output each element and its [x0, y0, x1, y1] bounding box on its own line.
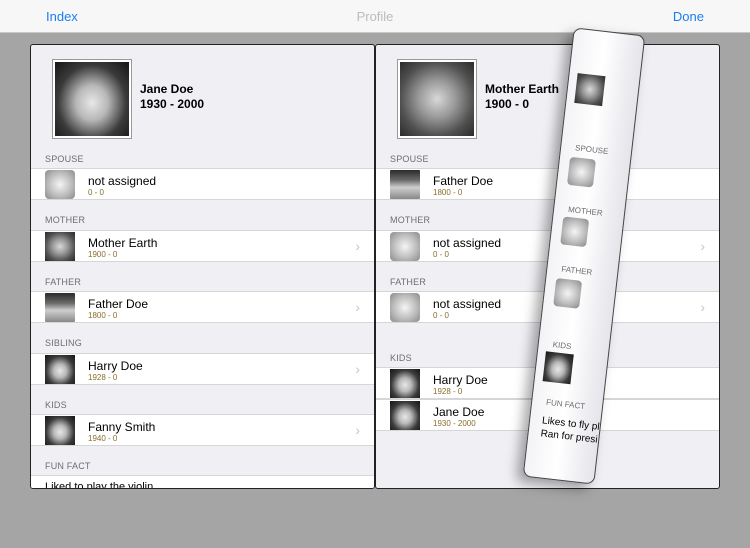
profile-portrait — [397, 59, 477, 139]
father-name: Father Doe — [88, 297, 149, 311]
profile-header: Mother Earth 1900 - 0 — [376, 45, 719, 148]
avatar — [390, 401, 420, 430]
profile-name: Mother Earth — [485, 82, 560, 96]
curl-label-spouse: SPOUSE — [574, 143, 609, 157]
avatar — [45, 355, 75, 384]
curl-label-mother: MOTHER — [567, 204, 604, 218]
sibling-name: Harry Doe — [88, 359, 143, 373]
chevron-right-icon: › — [355, 361, 360, 377]
placeholder-avatar-icon — [560, 216, 590, 248]
mother-years: 0 - 0 — [433, 250, 450, 259]
profile-name: Jane Doe — [140, 82, 194, 96]
mother-name: Mother Earth — [88, 236, 158, 250]
navigation-bar: Index Profile Done — [0, 0, 750, 33]
curl-label-kids: KIDS — [552, 340, 572, 352]
avatar — [390, 369, 420, 398]
chevron-right-icon: › — [700, 299, 705, 315]
mother-years: 1900 - 0 — [88, 250, 118, 259]
father-years: 0 - 0 — [433, 311, 450, 320]
section-label-spouse: SPOUSE — [390, 154, 429, 164]
profile-panel-jane: Jane Doe 1930 - 2000 SPOUSE not assigned… — [30, 44, 375, 489]
mother-row[interactable]: Mother Earth 1900 - 0 › — [31, 230, 374, 262]
fun-fact-text: Liked to play the violin — [45, 481, 154, 489]
avatar — [45, 293, 75, 322]
spouse-name: not assigned — [88, 174, 157, 188]
profile-header: Jane Doe 1930 - 2000 — [31, 45, 374, 148]
avatar — [45, 416, 75, 445]
profile-years: 1900 - 0 — [485, 97, 530, 111]
page-title: Profile — [356, 9, 394, 24]
sibling-years: 1928 - 0 — [88, 373, 118, 382]
father-years: 1800 - 0 — [88, 311, 118, 320]
placeholder-avatar-icon — [553, 278, 583, 309]
chevron-right-icon: › — [355, 299, 360, 315]
section-label-kids: KIDS — [45, 400, 67, 410]
avatar — [45, 232, 75, 261]
mother-name: not assigned — [433, 236, 502, 250]
section-label-mother: MOTHER — [390, 215, 431, 225]
fun-fact-row: Liked to play the violin — [31, 475, 374, 489]
spouse-years: 0 - 0 — [88, 188, 105, 197]
placeholder-avatar-icon — [390, 232, 420, 261]
chevron-right-icon: › — [355, 238, 360, 254]
section-label-mother: MOTHER — [45, 215, 86, 225]
section-label-fun-fact: FUN FACT — [45, 461, 91, 471]
section-label-father: FATHER — [45, 277, 82, 287]
section-label-spouse: SPOUSE — [45, 154, 84, 164]
section-label-kids: KIDS — [390, 353, 412, 363]
father-name: not assigned — [433, 297, 502, 311]
placeholder-avatar-icon — [45, 170, 75, 199]
sibling-row[interactable]: Harry Doe 1928 - 0 › — [31, 353, 374, 385]
curl-portrait — [574, 73, 606, 107]
kid-name: Jane Doe — [433, 405, 485, 419]
curl-label-fun-fact: FUN FACT — [545, 397, 586, 412]
done-button[interactable]: Done — [673, 9, 704, 24]
avatar — [390, 170, 420, 199]
profile-years: 1930 - 2000 — [140, 97, 205, 111]
profile-portrait — [52, 59, 132, 139]
placeholder-avatar-icon — [566, 156, 596, 188]
kid-years: 1928 - 0 — [433, 387, 463, 396]
section-label-father: FATHER — [390, 277, 427, 287]
kid-years: 1930 - 2000 — [433, 419, 476, 428]
chevron-right-icon: › — [700, 238, 705, 254]
spouse-row[interactable]: Father Doe 1800 - 0 — [376, 168, 719, 200]
kid-name: Fanny Smith — [88, 420, 156, 434]
spouse-name: Father Doe — [433, 174, 494, 188]
father-row[interactable]: Father Doe 1800 - 0 › — [31, 291, 374, 323]
spouse-years: 1800 - 0 — [433, 188, 463, 197]
section-label-sibling: SIBLING — [45, 338, 82, 348]
kid-row[interactable]: Fanny Smith 1940 - 0 › — [31, 414, 374, 446]
portrait-photo — [400, 62, 474, 136]
avatar — [542, 351, 574, 385]
spouse-row[interactable]: not assigned 0 - 0 — [31, 168, 374, 200]
portrait-photo — [55, 62, 129, 136]
curl-label-father: FATHER — [560, 264, 593, 277]
kid-name: Harry Doe — [433, 373, 488, 387]
placeholder-avatar-icon — [390, 293, 420, 322]
chevron-right-icon: › — [355, 422, 360, 438]
kid-years: 1940 - 0 — [88, 434, 118, 443]
